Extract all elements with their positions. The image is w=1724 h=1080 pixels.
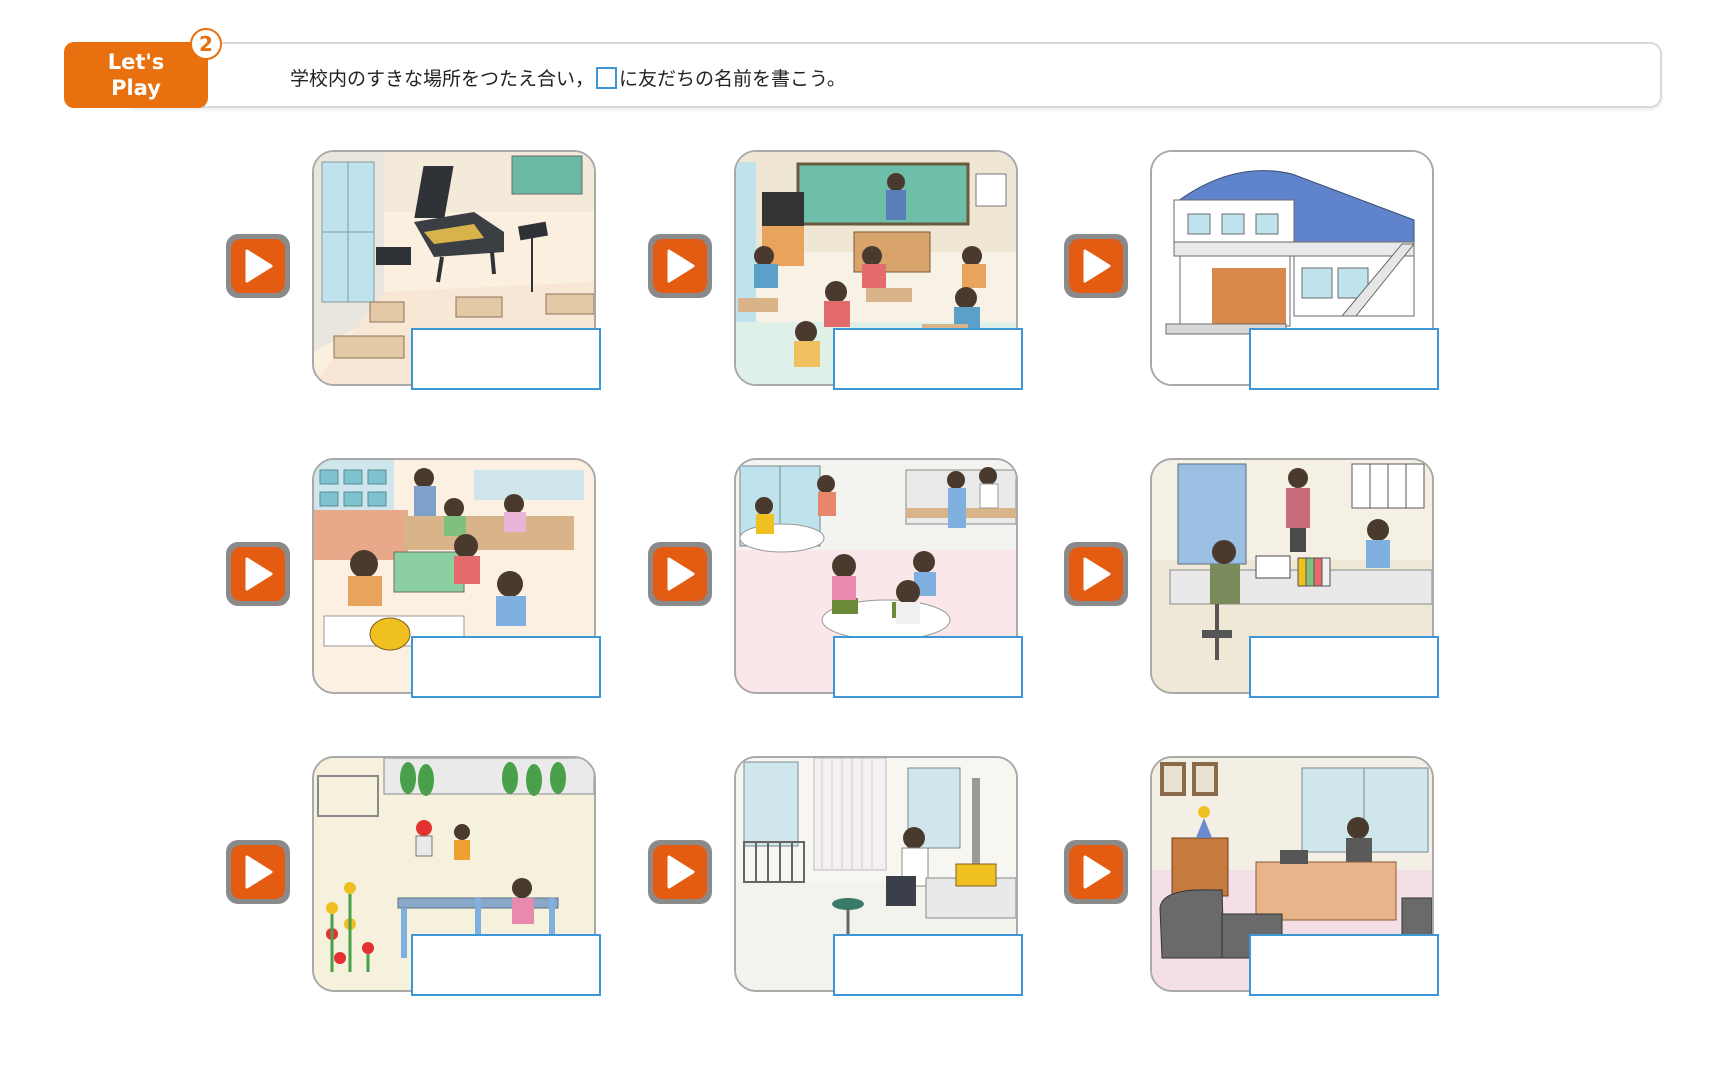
play-icon: [231, 547, 285, 601]
play-button[interactable]: [648, 234, 712, 298]
play-icon: [231, 845, 285, 899]
friend-name-box[interactable]: [833, 934, 1023, 996]
play-button[interactable]: [226, 542, 290, 606]
name-box-sample-icon: [596, 66, 618, 89]
scene-cell-school-ground: [226, 756, 696, 1006]
scene-cell-principals-office: [1064, 756, 1534, 1006]
activity-header: 学校内のすきな場所をつたえ合い， に友だちの名前を書こう。 Let's Play…: [64, 28, 1662, 108]
badge-line-2: Play: [111, 76, 161, 100]
friend-name-box[interactable]: [411, 636, 601, 698]
play-button[interactable]: [648, 542, 712, 606]
play-icon: [653, 845, 707, 899]
scene-cell-teachers-office: [1064, 458, 1534, 708]
friend-name-box[interactable]: [1249, 636, 1439, 698]
play-button[interactable]: [1064, 840, 1128, 904]
instruction-text: 学校内のすきな場所をつたえ合い， に友だちの名前を書こう。: [290, 64, 846, 91]
play-icon: [1069, 845, 1123, 899]
play-icon: [1069, 547, 1123, 601]
friend-name-box[interactable]: [1249, 328, 1439, 390]
friend-name-box[interactable]: [833, 636, 1023, 698]
friend-name-box[interactable]: [833, 328, 1023, 390]
friend-name-box[interactable]: [411, 934, 601, 996]
play-button[interactable]: [226, 234, 290, 298]
scene-cell-gym: [1064, 150, 1534, 400]
scene-cell-arts-and-crafts-room: [226, 458, 696, 708]
play-icon: [653, 239, 707, 293]
scene-cell-lunch-room: [648, 458, 1118, 708]
instruction-bar: 学校内のすきな場所をつたえ合い， に友だちの名前を書こう。: [124, 42, 1662, 108]
friend-name-box[interactable]: [411, 328, 601, 390]
scene-cell-classroom: [648, 150, 1118, 400]
instruction-text-before: 学校内のすきな場所をつたえ合い，: [290, 68, 595, 90]
badge-line-1: Let's: [107, 50, 165, 74]
play-button[interactable]: [1064, 542, 1128, 606]
scene-cell-music-room: [226, 150, 696, 400]
play-button[interactable]: [648, 840, 712, 904]
play-button[interactable]: [1064, 234, 1128, 298]
lets-play-badge: Let's Play: [64, 42, 208, 108]
scene-cell-nurses-office: [648, 756, 1118, 1006]
activity-number: 2: [190, 28, 222, 60]
play-icon: [1069, 239, 1123, 293]
friend-name-box[interactable]: [1249, 934, 1439, 996]
play-icon: [653, 547, 707, 601]
instruction-text-after: に友だちの名前を書こう。: [619, 68, 846, 90]
play-button[interactable]: [226, 840, 290, 904]
play-icon: [231, 239, 285, 293]
